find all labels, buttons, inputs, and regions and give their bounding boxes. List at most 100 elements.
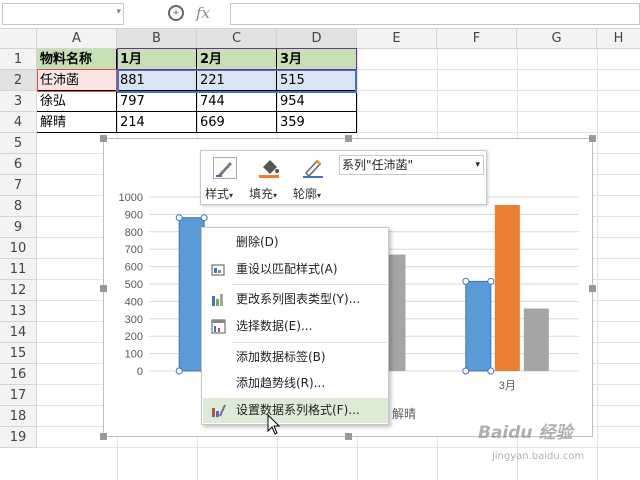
- zoom-icon[interactable]: +: [168, 5, 184, 21]
- y-tick-label: 100: [125, 349, 143, 361]
- resize-handle-bottom[interactable]: [345, 433, 352, 440]
- cell-b3[interactable]: 797: [117, 91, 197, 112]
- resize-handle-top-left[interactable]: [100, 135, 107, 142]
- row-header-3[interactable]: 3: [0, 91, 37, 112]
- row-header-6[interactable]: 6: [0, 154, 37, 175]
- menu-item-delete[interactable]: 删除(D): [203, 230, 388, 255]
- series-values-highlight: [117, 69, 357, 93]
- style-label: 样式: [205, 187, 230, 201]
- outline-label: 轮廓: [293, 187, 318, 201]
- watermark-text: Baidu 经验: [478, 423, 573, 443]
- resize-handle-top-right[interactable]: [589, 135, 596, 142]
- formula-input[interactable]: [230, 3, 640, 25]
- cell-c3[interactable]: 744: [197, 91, 277, 112]
- row-header-18[interactable]: 18: [0, 406, 37, 427]
- row-header-10[interactable]: 10: [0, 238, 37, 259]
- row-header-14[interactable]: 14: [0, 322, 37, 343]
- y-tick-label: 400: [125, 296, 143, 308]
- fill-label: 填充: [249, 187, 274, 201]
- column-header-c[interactable]: C: [197, 29, 277, 49]
- style-dropdown-icon: ▾: [229, 191, 234, 200]
- fill-button[interactable]: 填充▾: [249, 155, 289, 201]
- style-button[interactable]: 样式▾: [205, 155, 245, 201]
- selection-handle: [487, 277, 495, 285]
- selection-handle: [462, 367, 470, 375]
- row-header-1[interactable]: 1: [0, 49, 37, 70]
- column-header-d[interactable]: D: [277, 29, 357, 49]
- name-box-dropdown-icon[interactable]: ▾: [116, 7, 121, 17]
- column-header-b[interactable]: B: [117, 29, 197, 49]
- y-tick-label: 1000: [119, 192, 143, 204]
- column-header-g[interactable]: G: [517, 29, 597, 49]
- row-header-13[interactable]: 13: [0, 301, 37, 322]
- cell-d4[interactable]: 359: [277, 112, 357, 133]
- row-header-2[interactable]: 2: [0, 70, 37, 91]
- cell-d3[interactable]: 954: [277, 91, 357, 112]
- grid-line: [37, 447, 640, 448]
- column-header-e[interactable]: E: [357, 29, 437, 49]
- row-header-4[interactable]: 4: [0, 112, 37, 133]
- resize-handle-top[interactable]: [345, 135, 352, 142]
- menu-item-select-data[interactable]: 选择数据(E)...: [203, 314, 388, 339]
- fx-icon[interactable]: fx: [196, 4, 210, 22]
- context-menu: 删除(D) 重设以匹配样式(A) 更改系列图表类型(Y)... 选择数据(E).…: [201, 227, 389, 425]
- menu-item-format-data-series[interactable]: 设置数据系列格式(F)...: [203, 398, 388, 423]
- menu-item-label: 设置数据系列格式(F)...: [236, 403, 360, 417]
- column-header-bar: A B C D E F G H: [0, 29, 640, 49]
- reset-style-icon: [211, 264, 225, 276]
- y-tick-label: 800: [125, 227, 143, 239]
- cell-c4[interactable]: 669: [197, 112, 277, 133]
- select-all-corner[interactable]: [0, 29, 37, 49]
- menu-item-label: 更改系列图表类型(Y)...: [236, 292, 361, 306]
- row-header-12[interactable]: 12: [0, 280, 37, 301]
- row-header-15[interactable]: 15: [0, 343, 37, 364]
- menu-item-add-data-labels[interactable]: 添加数据标签(B): [203, 345, 388, 370]
- name-box[interactable]: ▾: [2, 3, 124, 25]
- grid-line: [597, 49, 598, 480]
- cell-a1[interactable]: 物料名称: [37, 49, 117, 70]
- selection-handle: [175, 214, 183, 222]
- fill-bucket-icon: [257, 157, 281, 179]
- menu-separator: [232, 342, 387, 343]
- menu-item-reset-style[interactable]: 重设以匹配样式(A): [203, 257, 388, 282]
- row-header-9[interactable]: 9: [0, 217, 37, 238]
- cell-a4[interactable]: 解晴: [37, 112, 117, 133]
- resize-handle-bottom-left[interactable]: [100, 433, 107, 440]
- outline-button[interactable]: 轮廓▾: [293, 155, 333, 201]
- x-category-label: 3月: [499, 380, 516, 392]
- column-header-f[interactable]: F: [437, 29, 517, 49]
- row-header-5[interactable]: 5: [0, 133, 37, 154]
- resize-handle-right[interactable]: [589, 285, 596, 292]
- selection-handle: [487, 367, 495, 375]
- y-tick-label: 300: [125, 314, 143, 326]
- row-header-19[interactable]: 19: [0, 427, 37, 448]
- menu-item-label: 删除(D): [236, 235, 279, 249]
- bar-徐弘: [494, 205, 520, 371]
- cell-b4[interactable]: 214: [117, 112, 197, 133]
- row-header-17[interactable]: 17: [0, 385, 37, 406]
- menu-item-change-chart-type[interactable]: 更改系列图表类型(Y)...: [203, 287, 388, 312]
- selection-handle: [175, 367, 183, 375]
- selection-handle: [462, 277, 470, 285]
- column-header-a[interactable]: A: [37, 29, 117, 49]
- series-select-value: 系列"任沛菡": [342, 158, 414, 172]
- outline-pen-icon: [301, 157, 325, 179]
- style-icon: [213, 157, 237, 179]
- row-header-11[interactable]: 11: [0, 259, 37, 280]
- y-tick-label: 900: [125, 209, 143, 221]
- format-toolbar: 样式▾ 填充▾ 轮廓▾ 系列"任沛菡" ▾: [200, 150, 487, 205]
- menu-item-label: 添加数据标签(B): [236, 350, 326, 364]
- resize-handle-left[interactable]: [100, 285, 107, 292]
- row-header-16[interactable]: 16: [0, 364, 37, 385]
- series-select-dropdown-icon[interactable]: ▾: [475, 156, 480, 174]
- selection-handle: [200, 214, 208, 222]
- row-header-7[interactable]: 7: [0, 175, 37, 196]
- column-header-h[interactable]: H: [597, 29, 640, 49]
- cell-a3[interactable]: 徐弘: [37, 91, 117, 112]
- row-header-8[interactable]: 8: [0, 196, 37, 217]
- fill-dropdown-icon: ▾: [273, 191, 278, 200]
- mouse-cursor-icon: [267, 414, 281, 435]
- watermark-url: jingyan.baidu.com: [492, 451, 585, 462]
- series-select[interactable]: 系列"任沛菡" ▾: [339, 155, 484, 175]
- menu-item-add-trendline[interactable]: 添加趋势线(R)...: [203, 371, 388, 396]
